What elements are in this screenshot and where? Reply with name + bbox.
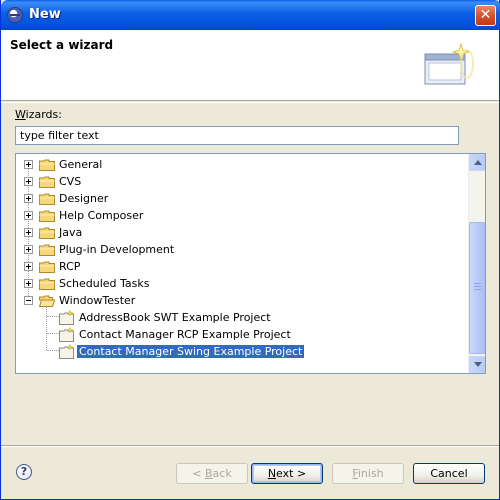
tree-item-contact-manager-swing[interactable]: Contact Manager Swing Example Project	[16, 343, 468, 360]
new-wizard-dialog: New ✕ Select a wizard Wizards: Gen	[0, 0, 500, 500]
tree-item-rcp[interactable]: RCP	[16, 258, 468, 275]
expand-icon[interactable]	[24, 262, 33, 271]
expand-icon[interactable]	[24, 177, 33, 186]
grip-icon	[474, 286, 481, 287]
tree-item-contact-manager-rcp[interactable]: Contact Manager RCP Example Project	[16, 326, 468, 343]
next-button[interactable]: Next >	[251, 463, 323, 484]
scroll-thumb[interactable]	[469, 222, 485, 354]
tree-item-label: CVS	[59, 175, 82, 188]
tree-item-designer[interactable]: Designer	[16, 190, 468, 207]
page-title: Select a wizard	[10, 38, 114, 52]
grip-icon	[474, 289, 481, 290]
tree-item-label: Scheduled Tasks	[59, 277, 150, 290]
expand-icon[interactable]	[24, 245, 33, 254]
example-project-icon	[59, 310, 74, 325]
expand-icon[interactable]	[24, 211, 33, 220]
folder-icon	[39, 210, 55, 222]
folder-icon	[39, 261, 55, 273]
window-title: New	[29, 7, 61, 22]
collapse-icon[interactable]	[24, 296, 33, 305]
new-wizard-banner-icon	[424, 42, 474, 85]
arrow-down-icon	[474, 362, 482, 367]
tree-item-addressbook-swt[interactable]: AddressBook SWT Example Project	[16, 309, 468, 326]
tree-item-label-selected: Contact Manager Swing Example Project	[75, 344, 306, 359]
expand-icon[interactable]	[24, 279, 33, 288]
wizard-banner: Select a wizard	[1, 30, 499, 101]
close-icon: ✕	[479, 7, 492, 23]
tree-item-cvs[interactable]: CVS	[16, 173, 468, 190]
tree-item-label: Help Composer	[59, 209, 144, 222]
tree-item-label: WindowTester	[59, 294, 136, 307]
example-project-icon	[59, 344, 74, 359]
tree-item-label: Plug-in Development	[59, 243, 175, 256]
help-button[interactable]: ?	[16, 464, 32, 480]
close-button[interactable]: ✕	[475, 5, 496, 26]
eclipse-icon	[7, 7, 23, 23]
tree-item-java[interactable]: Java	[16, 224, 468, 241]
folder-icon	[39, 227, 55, 239]
wizard-tree[interactable]: General CVS Designer Help Composer Java	[15, 153, 486, 374]
help-icon: ?	[20, 465, 28, 478]
tree-item-label: Java	[59, 226, 83, 239]
tree-vertical-scrollbar[interactable]	[468, 154, 485, 373]
cancel-button[interactable]: Cancel	[413, 463, 485, 484]
folder-icon	[39, 176, 55, 188]
example-project-icon	[59, 327, 74, 342]
tree-item-label: Designer	[59, 192, 109, 205]
tree-item-label: General	[59, 158, 103, 171]
button-bar-separator-highlight	[1, 446, 499, 447]
back-button[interactable]: < Back	[176, 463, 248, 484]
finish-button[interactable]: Finish	[332, 463, 404, 484]
scroll-down-button[interactable]	[469, 356, 485, 373]
tree-item-windowtester[interactable]: WindowTester	[16, 292, 468, 309]
open-folder-icon	[39, 295, 55, 307]
arrow-up-icon	[474, 160, 482, 165]
tree-item-scheduled-tasks[interactable]: Scheduled Tasks	[16, 275, 468, 292]
title-bar[interactable]: New ✕	[1, 0, 500, 30]
tree-item-label: Contact Manager RCP Example Project	[79, 328, 291, 341]
banner-separator	[1, 102, 499, 103]
folder-icon	[39, 193, 55, 205]
expand-icon[interactable]	[24, 228, 33, 237]
wizards-label: Wizards:	[15, 108, 62, 121]
tree-item-label: AddressBook SWT Example Project	[79, 311, 271, 324]
folder-icon	[39, 278, 55, 290]
expand-icon[interactable]	[24, 194, 33, 203]
tree-item-plugin-development[interactable]: Plug-in Development	[16, 241, 468, 258]
folder-icon	[39, 159, 55, 171]
folder-icon	[39, 244, 55, 256]
expand-icon[interactable]	[24, 160, 33, 169]
scroll-up-button[interactable]	[469, 154, 485, 171]
tree-item-label: RCP	[59, 260, 81, 273]
tree-item-help-composer[interactable]: Help Composer	[16, 207, 468, 224]
filter-input[interactable]	[15, 126, 459, 145]
grip-icon	[474, 283, 481, 284]
tree-item-general[interactable]: General	[16, 156, 468, 173]
